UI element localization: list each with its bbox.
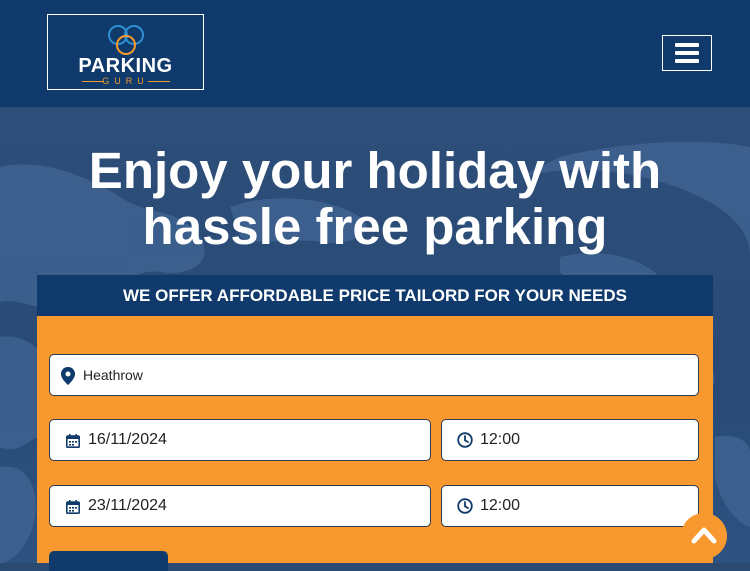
pick-up-time-value: 12:00 xyxy=(480,497,521,514)
calendar-icon xyxy=(66,434,80,448)
hero-headline-line1: Enjoy your holiday with xyxy=(88,142,662,199)
parking-guru-logo[interactable]: PARKING GURU xyxy=(47,14,204,90)
pick-up-date-input[interactable]: 23/11/2024 xyxy=(49,485,431,527)
logo-rule-right xyxy=(148,81,170,82)
logo-text: PARKING xyxy=(78,55,173,77)
pick-up-time-input[interactable]: 12:00 xyxy=(441,485,699,527)
hero-headline-line2: hassle free parking xyxy=(142,198,608,255)
hamburger-icon xyxy=(675,51,699,55)
hamburger-icon xyxy=(675,59,699,63)
clock-icon xyxy=(457,498,473,514)
location-value: Heathrow xyxy=(83,367,143,383)
offer-banner: WE OFFER AFFORDABLE PRICE TAILORD FOR YO… xyxy=(37,275,713,316)
booking-form: Heathrow 16/11/2024 12:00 23/11/2024 12:… xyxy=(37,316,713,571)
site-header: PARKING GURU xyxy=(0,0,750,107)
hero-headline: Enjoy your holiday with hassle free park… xyxy=(0,143,750,255)
chevron-up-icon xyxy=(691,527,717,544)
menu-toggle-button[interactable] xyxy=(662,35,712,71)
location-input[interactable]: Heathrow xyxy=(49,354,699,396)
map-pin-icon xyxy=(61,367,75,385)
clock-icon xyxy=(457,432,473,448)
search-button[interactable] xyxy=(49,551,168,571)
calendar-icon xyxy=(66,500,80,514)
scroll-to-top-button[interactable] xyxy=(681,513,727,559)
drop-off-time-value: 12:00 xyxy=(480,431,521,448)
drop-off-date-input[interactable]: 16/11/2024 xyxy=(49,419,431,461)
drop-off-date-value: 16/11/2024 xyxy=(88,431,167,448)
hamburger-icon xyxy=(675,43,699,47)
drop-off-time-input[interactable]: 12:00 xyxy=(441,419,699,461)
pick-up-date-value: 23/11/2024 xyxy=(88,497,167,514)
logo-subtext: GURU xyxy=(102,76,149,86)
